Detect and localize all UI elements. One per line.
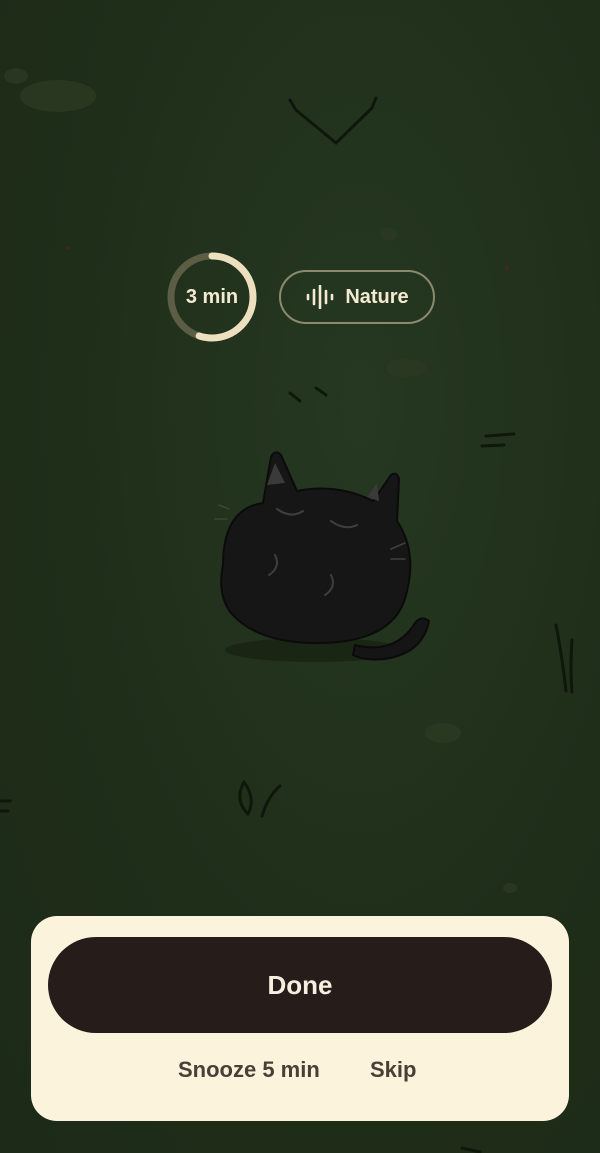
waveform-icon xyxy=(305,285,335,309)
skip-button[interactable]: Skip xyxy=(370,1052,416,1088)
timer-ring: 3 min xyxy=(165,250,259,344)
break-screen: 3 min Nature Done Snooze 5 min Skip xyxy=(0,0,600,1153)
sound-selector-label: Nature xyxy=(345,285,409,308)
sleeping-cat-illustration xyxy=(214,451,431,662)
sound-selector-button[interactable]: Nature xyxy=(279,270,435,324)
snooze-button[interactable]: Snooze 5 min xyxy=(178,1052,320,1088)
action-sheet: Done Snooze 5 min Skip xyxy=(31,916,569,1121)
done-button[interactable]: Done xyxy=(48,937,552,1033)
timer-label: 3 min xyxy=(185,285,239,308)
